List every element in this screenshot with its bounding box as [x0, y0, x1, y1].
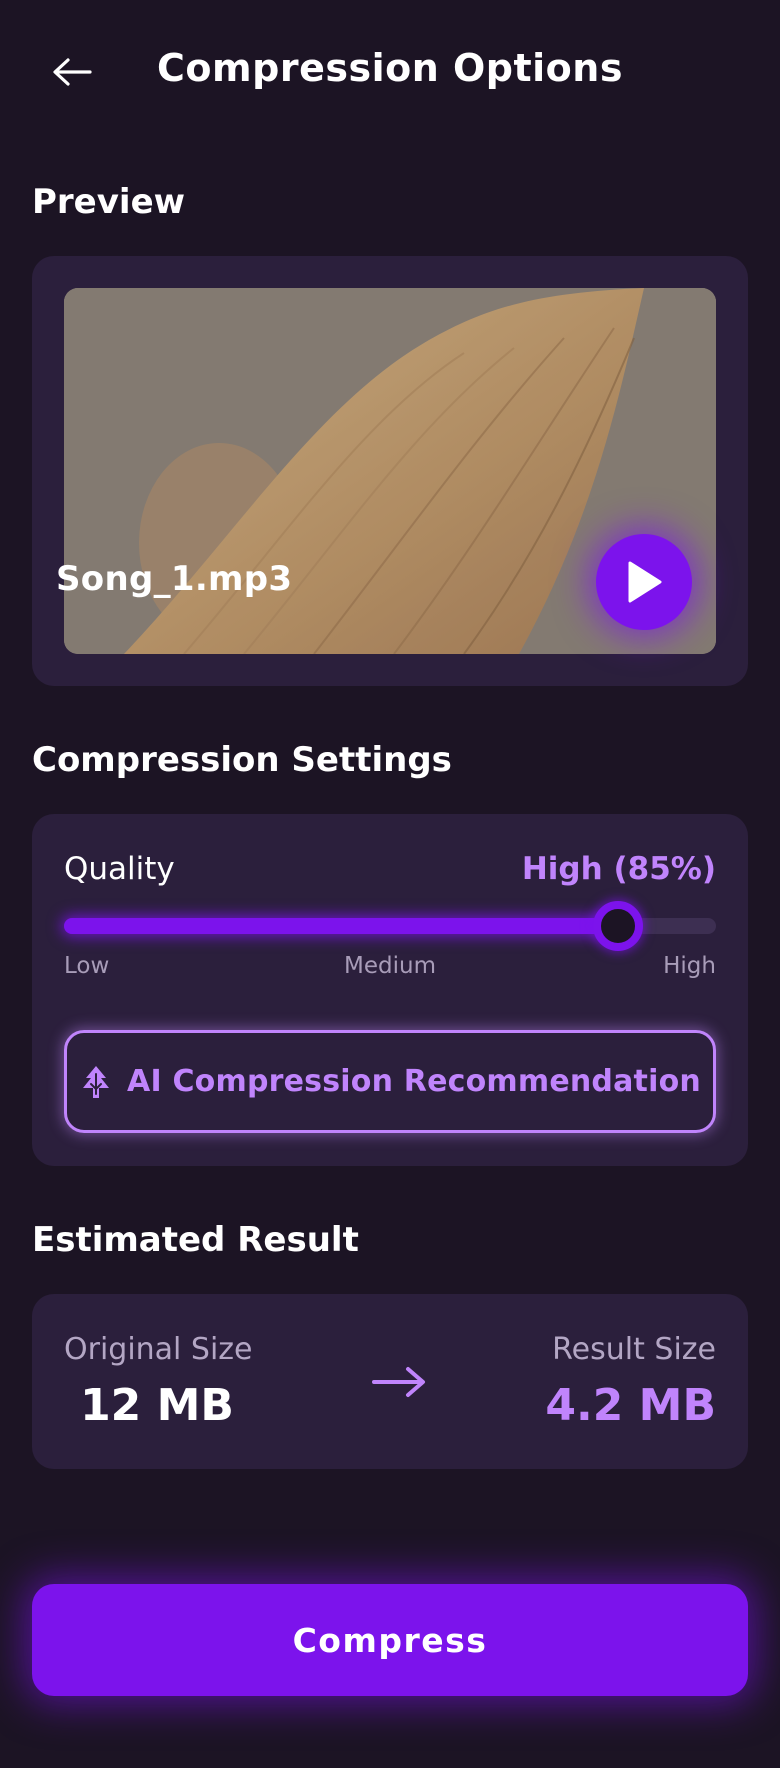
original-size-value: 12 MB	[80, 1380, 234, 1431]
ai-recommendation-button[interactable]: AI Compression Recommendation	[64, 1030, 716, 1133]
compress-button[interactable]: Compress	[32, 1584, 748, 1696]
file-name: Song_1.mp3	[56, 559, 293, 599]
tick-high-label: High	[663, 953, 716, 979]
estimated-result-title: Estimated Result	[32, 1220, 359, 1260]
preview-section-title: Preview	[32, 182, 186, 222]
result-size-label: Result Size	[552, 1332, 716, 1367]
page-title: Compression Options	[157, 46, 623, 90]
compress-button-label: Compress	[292, 1620, 488, 1660]
quality-label: Quality	[64, 851, 175, 887]
play-icon	[628, 561, 662, 603]
quality-slider[interactable]	[64, 901, 716, 951]
quality-value: High (85%)	[521, 851, 716, 887]
slider-fill	[64, 918, 619, 934]
sparkle-tree-icon	[83, 1065, 110, 1098]
compression-options-screen: Compression Options Preview Song_1.mp3 C…	[0, 0, 780, 1768]
arrow-right-icon	[372, 1367, 425, 1397]
result-size-value: 4.2 MB	[545, 1380, 716, 1431]
slider-thumb[interactable]	[593, 901, 644, 951]
play-button[interactable]	[596, 534, 692, 630]
original-size-label: Original Size	[64, 1332, 253, 1367]
ai-recommendation-label: AI Compression Recommendation	[127, 1064, 701, 1099]
header: Compression Options	[0, 0, 780, 145]
compression-settings-title: Compression Settings	[32, 740, 452, 780]
